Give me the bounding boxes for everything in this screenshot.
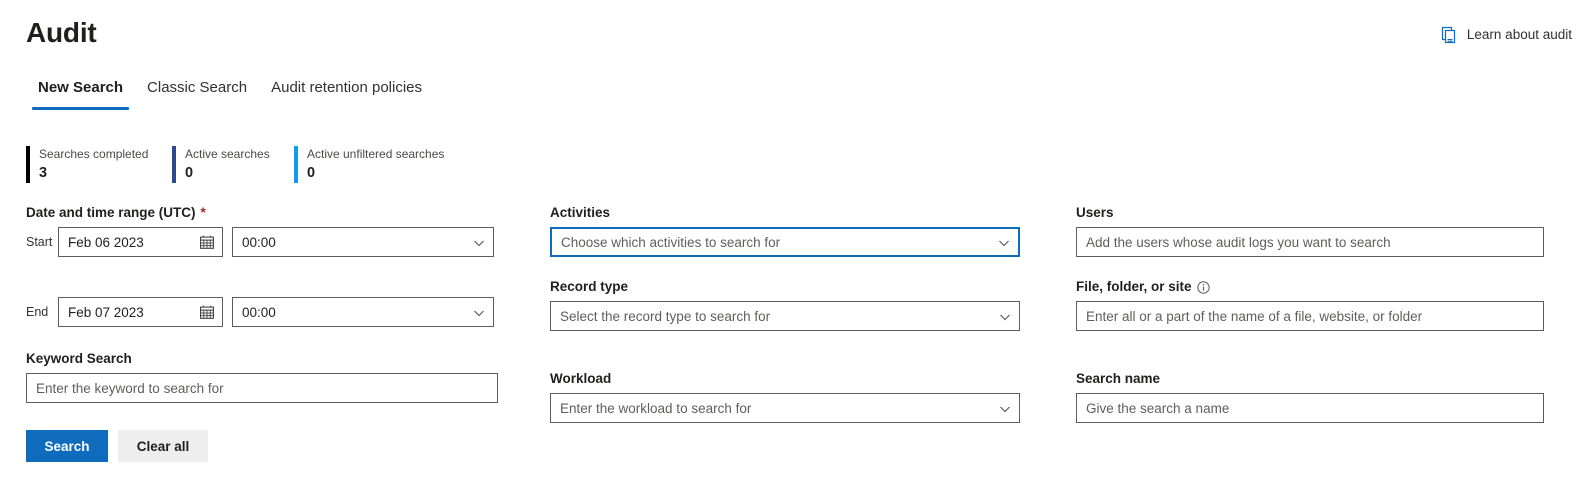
file-folder-site-label-text: File, folder, or site (1076, 279, 1192, 294)
file-folder-site-input-wrapper[interactable] (1076, 301, 1544, 331)
start-date-input-wrapper[interactable] (58, 227, 223, 257)
stat-active-unfiltered-searches: Active unfiltered searches 0 (294, 146, 444, 183)
users-input[interactable] (1077, 228, 1543, 256)
end-date-input[interactable] (59, 298, 222, 326)
search-name-label: Search name (1076, 371, 1161, 386)
tab-new-search-label: New Search (38, 79, 124, 96)
date-range-label-text: Date and time range (UTC) (26, 205, 196, 220)
workload-label: Workload (550, 371, 612, 386)
stat-value: 0 (185, 165, 194, 181)
file-folder-site-label: File, folder, or site (1076, 278, 1544, 296)
tab-classic-search[interactable]: Classic Search (135, 78, 259, 110)
stat-label: Searches completed (39, 147, 149, 161)
workload-input[interactable] (551, 394, 1019, 422)
action-buttons: Search Clear all (26, 430, 208, 462)
stat-bar (172, 146, 176, 183)
end-label: End (26, 305, 49, 319)
learn-about-audit-label: Learn about audit (1466, 27, 1572, 42)
stat-label: Active unfiltered searches (307, 147, 445, 161)
stat-bar (26, 146, 30, 183)
start-time-input-wrapper[interactable] (232, 227, 494, 257)
users-input-wrapper[interactable] (1076, 227, 1544, 257)
page-title: Audit (26, 17, 97, 48)
form-column-right: Users File, folder, or site Search name (1076, 204, 1544, 423)
tab-bar: New Search Classic Search Audit retentio… (26, 78, 434, 110)
users-label: Users (1076, 205, 1114, 220)
end-time-input-wrapper[interactable] (232, 297, 494, 327)
start-date-row: Start (26, 227, 498, 257)
search-name-input[interactable] (1077, 394, 1543, 422)
tab-audit-retention-policies[interactable]: Audit retention policies (259, 78, 434, 110)
learn-about-audit-link[interactable]: Learn about audit (1440, 26, 1572, 44)
stats-row: Searches completed 3 Active searches 0 A… (26, 146, 444, 183)
required-marker: * (200, 205, 206, 220)
form-column-left: Date and time range (UTC) * Start Feb 06… (26, 204, 498, 403)
search-button[interactable]: Search (26, 430, 108, 462)
stat-active-searches: Active searches 0 (172, 146, 294, 183)
workload-dropdown[interactable] (550, 393, 1020, 423)
tab-classic-search-label: Classic Search (147, 79, 248, 96)
keyword-search-input[interactable] (27, 374, 497, 402)
stat-value: 0 (307, 165, 316, 181)
record-type-label: Record type (550, 279, 629, 294)
pages-icon (1440, 26, 1458, 44)
file-folder-site-input[interactable] (1077, 302, 1543, 330)
clear-all-button[interactable]: Clear all (118, 430, 208, 462)
start-label: Start (26, 235, 53, 249)
activities-dropdown[interactable] (550, 227, 1020, 257)
record-type-dropdown[interactable] (550, 301, 1020, 331)
activities-label: Activities (550, 205, 611, 220)
end-time-input[interactable] (233, 298, 493, 326)
date-range-label: Date and time range (UTC) * (26, 204, 498, 222)
tab-new-search[interactable]: New Search (26, 78, 135, 110)
stat-label: Active searches (185, 147, 270, 161)
tab-audit-retention-policies-label: Audit retention policies (271, 79, 423, 96)
keyword-search-input-wrapper[interactable] (26, 373, 498, 403)
search-name-input-wrapper[interactable] (1076, 393, 1544, 423)
stat-bar (294, 146, 298, 183)
record-type-input[interactable] (551, 302, 1019, 330)
audit-page: Audit Learn about audit New Search Class… (0, 0, 1594, 504)
activities-input[interactable] (552, 229, 1018, 255)
start-time-input[interactable] (233, 228, 493, 256)
end-date-row: End (26, 297, 498, 327)
info-icon[interactable] (1196, 280, 1210, 294)
form-column-middle: Activities Record type Workload (550, 204, 1020, 423)
keyword-search-label: Keyword Search (26, 351, 132, 366)
end-date-input-wrapper[interactable] (58, 297, 223, 327)
stat-searches-completed: Searches completed 3 (26, 146, 172, 183)
stat-value: 3 (39, 165, 48, 181)
start-date-input[interactable] (59, 228, 222, 256)
keyword-search-block: Keyword Search (26, 350, 498, 403)
